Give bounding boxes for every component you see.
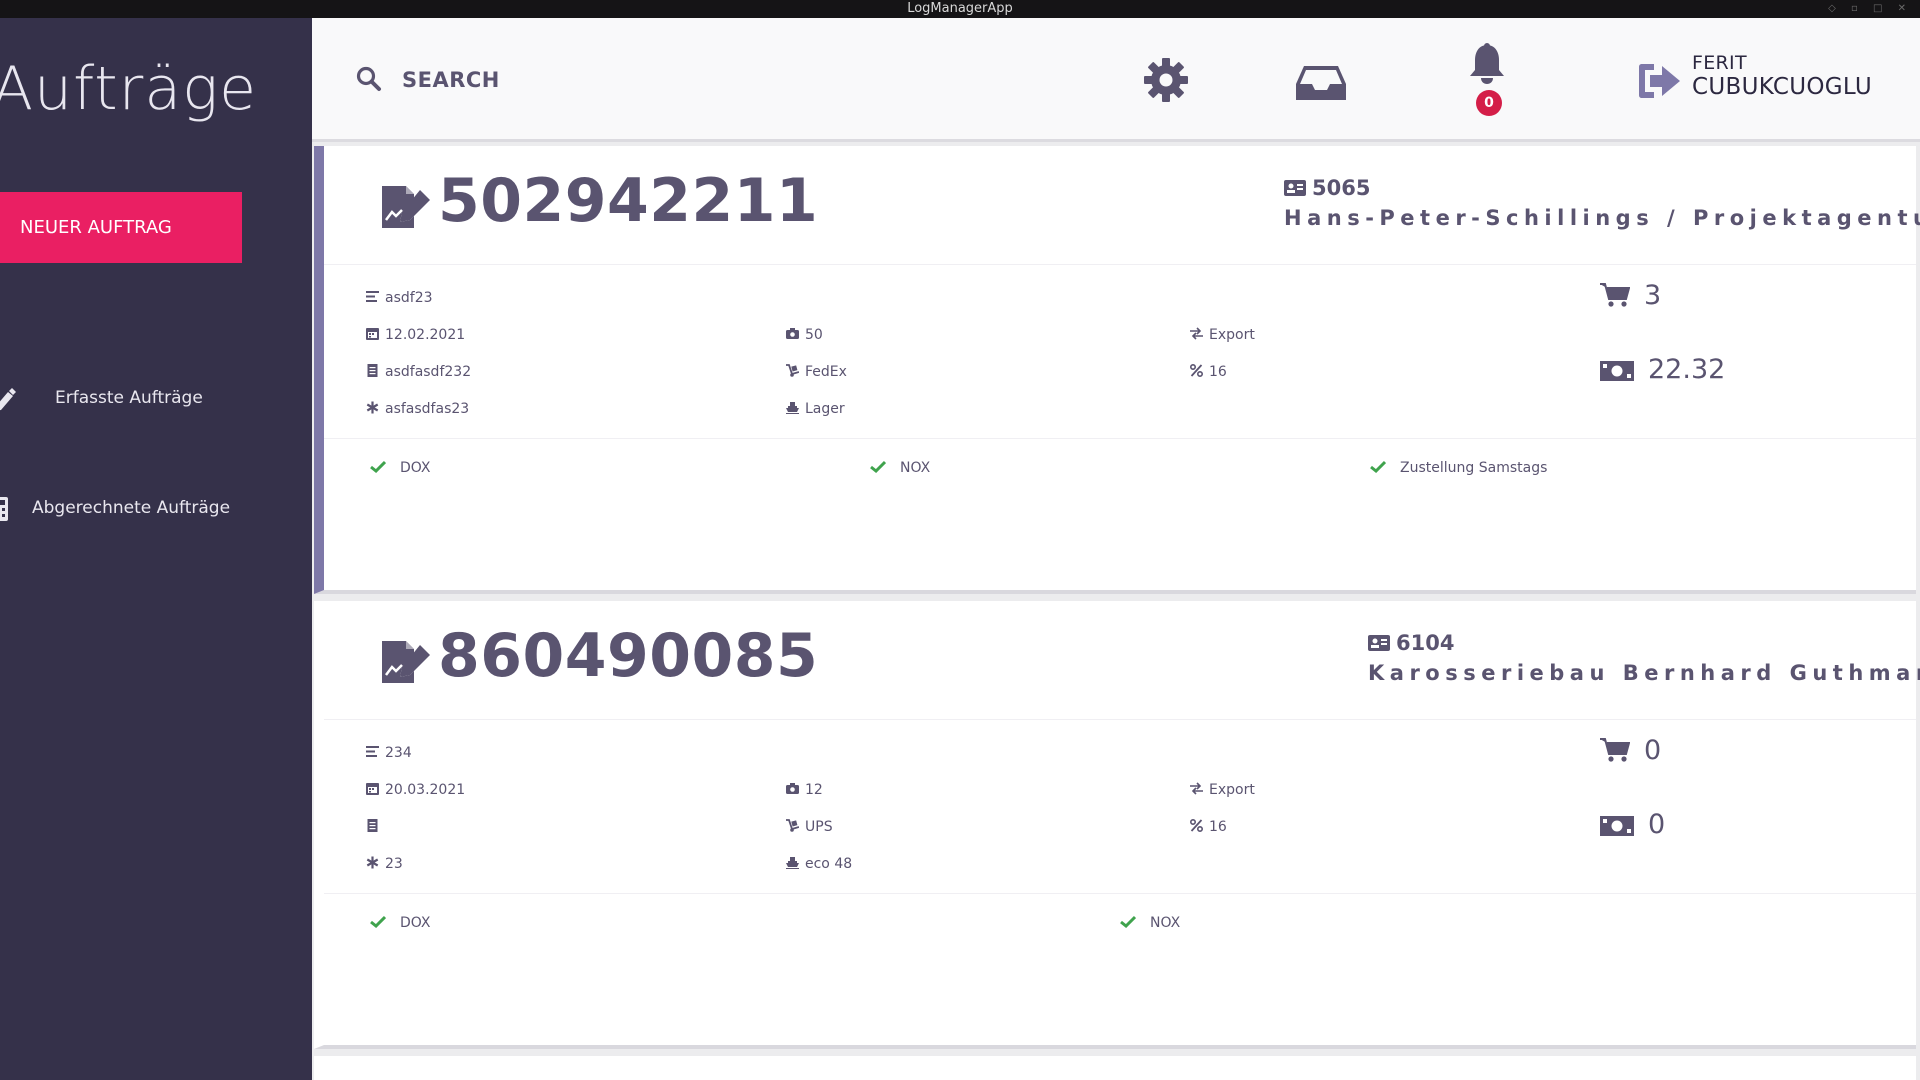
order-tax: 16 (1190, 364, 1227, 380)
order-note: 23 (366, 856, 403, 872)
id-card-icon (1284, 180, 1306, 196)
dolly-icon (786, 364, 799, 377)
calculator-icon (0, 497, 8, 521)
receipt-icon (367, 364, 378, 377)
customer-id: 5065 (1284, 176, 1370, 200)
ship-icon (786, 402, 799, 414)
exchange-icon (1190, 782, 1203, 795)
order-tax: 16 (1190, 819, 1227, 835)
dolly-icon (786, 819, 799, 832)
sidebar-item-label: Abgerechnete Aufträge (32, 498, 231, 518)
order-edit-icon (382, 186, 430, 228)
card-divider (324, 893, 1916, 894)
customer-id: 6104 (1368, 631, 1454, 655)
flag-saturday-delivery: Zustellung Samstags (1370, 460, 1547, 476)
order-date: 20.03.2021 (366, 782, 465, 798)
gear-icon[interactable] (1142, 56, 1190, 104)
percent-icon (1190, 364, 1203, 377)
search-input[interactable]: SEARCH (402, 68, 500, 92)
sidebar: Aufträge NEUER AUFTRAG Erfasste Aufträge… (0, 18, 312, 1080)
percent-icon (1190, 819, 1203, 832)
asterisk-icon (366, 856, 379, 869)
order-packages: 50 (786, 327, 823, 343)
money-icon (1600, 816, 1634, 836)
order-amount: 0 (1600, 809, 1665, 840)
order-reference: asdf23 (366, 290, 433, 306)
order-amount: 22.32 (1600, 354, 1725, 385)
order-packages: 12 (786, 782, 823, 798)
calendar-icon (366, 328, 379, 340)
asterisk-icon (366, 401, 379, 414)
cart-count: 3 (1600, 280, 1661, 311)
customer-name: Karosseriebau Bernhard Guthmann (1368, 661, 1920, 685)
top-header: SEARCH 0 FERIT CUBUKCUOGLU (312, 18, 1920, 142)
order-card[interactable]: 860490085 6104 Karosseriebau Bernhard Gu… (314, 601, 1920, 1049)
exchange-icon (1190, 327, 1203, 340)
customer-id-value: 6104 (1396, 631, 1455, 655)
user-first-name: FERIT (1692, 52, 1747, 74)
align-left-icon (366, 291, 379, 302)
cart-count: 0 (1600, 735, 1661, 766)
user-last-name: CUBUKCUOGLU (1692, 74, 1872, 100)
customer-id-value: 5065 (1312, 176, 1371, 200)
align-left-icon (366, 746, 379, 757)
check-icon (1120, 915, 1136, 928)
check-icon (370, 915, 386, 928)
card-divider (324, 438, 1916, 439)
order-card[interactable] (314, 1056, 1916, 1080)
inbox-icon[interactable] (1294, 60, 1348, 104)
sidebar-item-erfasste-auftraege[interactable]: Erfasste Aufträge (0, 374, 312, 422)
camera-icon (786, 328, 799, 339)
ship-icon (786, 857, 799, 869)
logout-icon[interactable] (1636, 58, 1682, 104)
order-warehouse: eco 48 (786, 856, 852, 872)
order-note: asfasdfas23 (366, 401, 469, 417)
order-tracking (366, 819, 385, 835)
order-number: 860490085 (438, 621, 819, 691)
order-warehouse: Lager (786, 401, 845, 417)
order-edit-icon (382, 641, 430, 683)
sidebar-title: Aufträge (0, 54, 258, 124)
order-direction: Export (1190, 327, 1255, 343)
window-controls[interactable]: ◇ ▫ □ ✕ (1828, 0, 1912, 18)
sidebar-item-label: Erfasste Aufträge (55, 388, 203, 408)
order-direction: Export (1190, 782, 1255, 798)
flag-nox: NOX (1120, 915, 1180, 931)
customer-name: Hans-Peter-Schillings / Projektagentur (1284, 206, 1920, 230)
card-divider (324, 264, 1916, 265)
flag-dox: DOX (370, 915, 431, 931)
sidebar-item-abgerechnete-auftraege[interactable]: Abgerechnete Aufträge (0, 484, 312, 532)
pencil-icon (0, 388, 16, 411)
receipt-icon (367, 819, 378, 832)
check-icon (870, 460, 886, 473)
new-order-button[interactable]: NEUER AUFTRAG (0, 192, 242, 263)
money-icon (1600, 361, 1634, 381)
cart-icon (1600, 738, 1630, 762)
card-divider (324, 719, 1916, 720)
notification-badge: 0 (1476, 90, 1502, 116)
window-titlebar: LogManagerApp ◇ ▫ □ ✕ (0, 0, 1920, 18)
check-icon (1370, 460, 1386, 473)
camera-icon (786, 783, 799, 794)
calendar-icon (366, 783, 379, 795)
order-card[interactable]: 502942211 5065 Hans-Peter-Schillings / P… (314, 146, 1920, 594)
flag-nox: NOX (870, 460, 930, 476)
order-reference: 234 (366, 745, 412, 761)
window-title: LogManagerApp (907, 1, 1013, 16)
flag-dox: DOX (370, 460, 431, 476)
search-icon[interactable] (356, 66, 382, 92)
id-card-icon (1368, 635, 1390, 651)
check-icon (370, 460, 386, 473)
cart-icon (1600, 283, 1630, 307)
order-tracking: asdfasdf232 (366, 364, 471, 380)
order-carrier: UPS (786, 819, 833, 835)
order-carrier: FedEx (786, 364, 847, 380)
order-number: 502942211 (438, 166, 819, 236)
order-date: 12.02.2021 (366, 327, 465, 343)
bell-icon[interactable] (1468, 42, 1506, 86)
